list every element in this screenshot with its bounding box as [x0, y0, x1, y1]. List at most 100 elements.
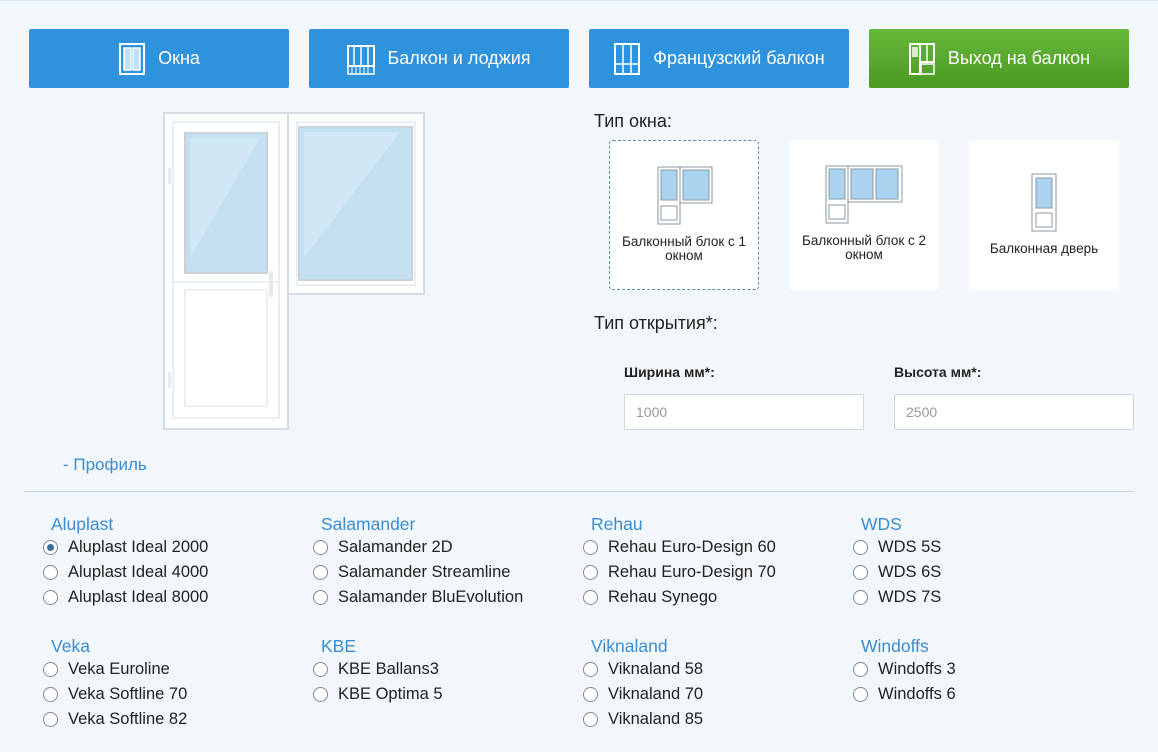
- window-type-option-2[interactable]: Балконный блок с 2 окном: [789, 140, 939, 290]
- balcony-door-only-icon: [1031, 173, 1057, 238]
- radio-button[interactable]: [43, 590, 58, 605]
- profile-option[interactable]: Windoffs 6: [835, 682, 1095, 707]
- profile-option-label: Viknaland 70: [608, 685, 704, 703]
- radio-button[interactable]: [853, 565, 868, 580]
- profile-option[interactable]: Viknaland 70: [565, 682, 825, 707]
- profile-option-label: Viknaland 58: [608, 660, 704, 678]
- balcony-block-1-icon: [657, 166, 713, 231]
- profile-option[interactable]: Rehau Euro-Design 70: [565, 560, 825, 585]
- profile-group-windoffs: Windoffs Windoffs 3 Windoffs 6: [835, 635, 1095, 707]
- radio-button[interactable]: [853, 540, 868, 555]
- radio-button[interactable]: [313, 662, 328, 677]
- profile-option[interactable]: Aluplast Ideal 2000: [25, 535, 285, 560]
- radio-button[interactable]: [583, 540, 598, 555]
- profile-option[interactable]: KBE Ballans3: [295, 657, 555, 682]
- profile-option-label: Veka Softline 82: [68, 710, 188, 728]
- profile-option[interactable]: KBE Optima 5: [295, 682, 555, 707]
- profile-option[interactable]: Salamander Streamline: [295, 560, 555, 585]
- profile-option[interactable]: Rehau Synego: [565, 585, 825, 610]
- profile-group-veka: Veka Veka Euroline Veka Softline 70 Veka…: [25, 635, 285, 732]
- radio-button[interactable]: [583, 590, 598, 605]
- profile-option-label: Veka Softline 70: [68, 685, 188, 703]
- profile-option[interactable]: Veka Softline 82: [25, 707, 285, 732]
- profile-option-label: WDS 6S: [878, 563, 942, 581]
- window-type-option-label: Балконный блок с 1 окном: [621, 234, 747, 263]
- profile-option-label: KBE Ballans3: [338, 660, 439, 678]
- profile-option-label: Salamander BluEvolution: [338, 588, 524, 606]
- radio-button[interactable]: [43, 540, 58, 555]
- profile-option-label: Aluplast Ideal 2000: [68, 538, 209, 556]
- window-type-option-1[interactable]: Балконный блок с 1 окном: [609, 140, 759, 290]
- radio-button[interactable]: [313, 590, 328, 605]
- profile-group-aluplast: Aluplast Aluplast Ideal 2000 Aluplast Id…: [25, 513, 285, 610]
- radio-button[interactable]: [313, 565, 328, 580]
- balcony-block-illustration: [160, 108, 430, 433]
- profile-brand: WDS: [861, 514, 902, 534]
- profile-option[interactable]: Viknaland 58: [565, 657, 825, 682]
- tab-balcony-exit[interactable]: Выход на балкон: [869, 29, 1129, 88]
- profile-option-label: Windoffs 6: [878, 685, 956, 703]
- radio-button[interactable]: [313, 687, 328, 702]
- radio-button[interactable]: [583, 687, 598, 702]
- profile-brand: Aluplast: [51, 514, 114, 534]
- radio-button[interactable]: [583, 565, 598, 580]
- profile-option[interactable]: Viknaland 85: [565, 707, 825, 732]
- profile-option[interactable]: Rehau Euro-Design 60: [565, 535, 825, 560]
- radio-button[interactable]: [853, 590, 868, 605]
- profile-option[interactable]: Aluplast Ideal 8000: [25, 585, 285, 610]
- profile-option-label: Rehau Synego: [608, 588, 718, 606]
- profile-group-viknaland: Viknaland Viknaland 58 Viknaland 70 Vikn…: [565, 635, 825, 732]
- radio-button[interactable]: [853, 662, 868, 677]
- profile-option[interactable]: WDS 5S: [835, 535, 1095, 560]
- profile-option[interactable]: Salamander BluEvolution: [295, 585, 555, 610]
- tab-windows[interactable]: Окна: [29, 29, 289, 88]
- profile-option-label: Salamander 2D: [338, 538, 453, 556]
- window-type-option-label: Балконная дверь: [989, 241, 1099, 256]
- profile-option-label: Aluplast Ideal 8000: [68, 588, 209, 606]
- balcony-block-2-icon: [825, 165, 903, 230]
- width-input[interactable]: [624, 394, 864, 430]
- profile-option[interactable]: Windoffs 3: [835, 657, 1095, 682]
- height-label: Высота мм*:: [894, 364, 982, 380]
- height-input[interactable]: [894, 394, 1134, 430]
- french-balcony-icon: [613, 42, 641, 76]
- radio-button[interactable]: [853, 687, 868, 702]
- radio-button[interactable]: [583, 712, 598, 727]
- profile-option-label: Windoffs 3: [878, 660, 956, 678]
- profile-option[interactable]: WDS 7S: [835, 585, 1095, 610]
- radio-button[interactable]: [583, 662, 598, 677]
- width-label: Ширина мм*:: [624, 364, 715, 380]
- profile-option[interactable]: Aluplast Ideal 4000: [25, 560, 285, 585]
- profile-option-label: WDS 5S: [878, 538, 942, 556]
- profile-brand: KBE: [321, 636, 357, 656]
- window-type-option-3[interactable]: Балконная дверь: [969, 140, 1119, 290]
- window-single-icon: [118, 42, 146, 76]
- profile-option-label: Rehau Euro-Design 70: [608, 563, 776, 581]
- tab-french-balcony[interactable]: Французский балкон: [589, 29, 849, 88]
- radio-button[interactable]: [43, 565, 58, 580]
- profile-option[interactable]: Veka Euroline: [25, 657, 285, 682]
- tab-label: Балкон и лоджия: [387, 48, 531, 68]
- profile-group-rehau: Rehau Rehau Euro-Design 60 Rehau Euro-De…: [565, 513, 825, 610]
- tab-label: Выход на балкон: [947, 48, 1091, 68]
- opening-type-label: Тип открытия*:: [594, 313, 718, 333]
- balcony-door-icon: [908, 42, 936, 76]
- profile-option[interactable]: WDS 6S: [835, 560, 1095, 585]
- profile-option[interactable]: Salamander 2D: [295, 535, 555, 560]
- window-type-option-label: Балконный блок с 2 окном: [801, 233, 927, 262]
- profile-group-salamander: Salamander Salamander 2D Salamander Stre…: [295, 513, 555, 610]
- profile-brand: Veka: [51, 636, 90, 656]
- radio-button[interactable]: [43, 687, 58, 702]
- profile-toggle[interactable]: - Профиль: [63, 455, 147, 475]
- profile-option-label: Rehau Euro-Design 60: [608, 538, 776, 556]
- profile-option-label: Salamander Streamline: [338, 563, 511, 581]
- radio-button[interactable]: [43, 712, 58, 727]
- tab-balcony-loggia[interactable]: Балкон и лоджия: [309, 29, 569, 88]
- profile-group-kbe: KBE KBE Ballans3 KBE Optima 5: [295, 635, 555, 707]
- profile-brand: Viknaland: [591, 636, 668, 656]
- radio-button[interactable]: [43, 662, 58, 677]
- radio-button[interactable]: [313, 540, 328, 555]
- profile-brand: Rehau: [591, 514, 643, 534]
- profile-brand: Windoffs: [861, 636, 929, 656]
- profile-option[interactable]: Veka Softline 70: [25, 682, 285, 707]
